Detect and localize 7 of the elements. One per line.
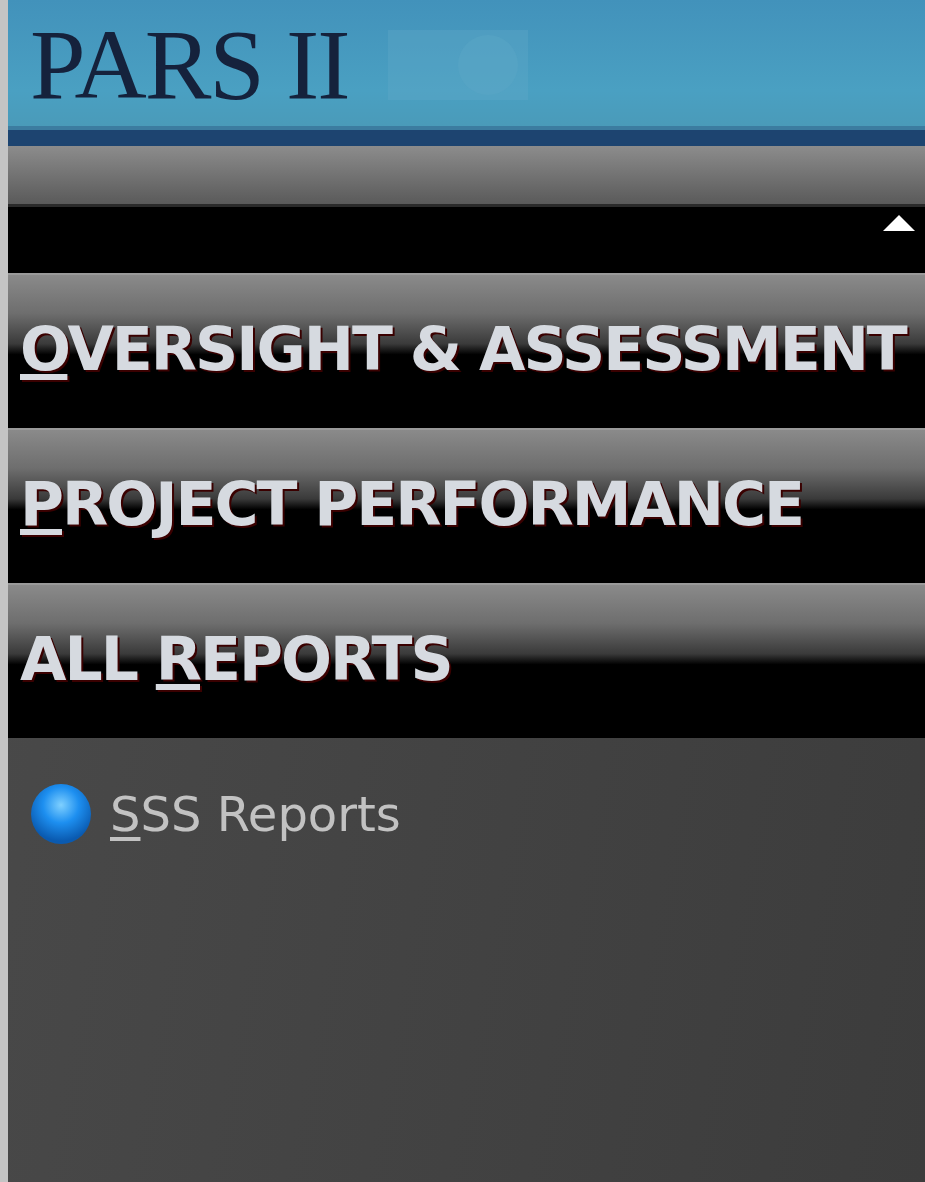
menu-section[interactable]: PROJECT PERFORMANCE <box>8 428 925 583</box>
menu-section[interactable]: OVERSIGHT & ASSESSMENT <box>8 273 925 428</box>
app-title: PARS II <box>30 15 349 115</box>
report-link[interactable]: SSS Reports <box>110 786 401 842</box>
collapse-button[interactable] <box>883 215 915 231</box>
menu-section[interactable]: ALL REPORTS <box>8 583 925 738</box>
bullet-icon <box>30 783 92 845</box>
